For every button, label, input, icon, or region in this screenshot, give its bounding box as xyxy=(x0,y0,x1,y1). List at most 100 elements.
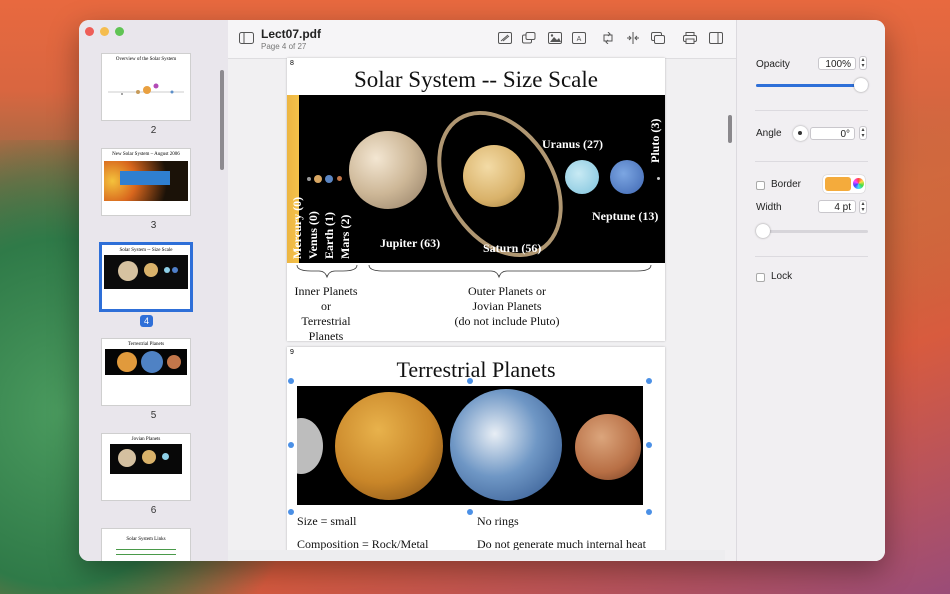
slide-text: Size = small xyxy=(297,514,357,528)
width-field[interactable]: 4 pt xyxy=(818,200,856,213)
page-thumbnail-2[interactable]: Overview of the Solar System xyxy=(102,54,190,120)
thumbnail-label: 3 xyxy=(150,220,157,231)
jupiter-label: Jupiter (63) xyxy=(380,236,441,250)
page-thumbnail-4[interactable]: Solar System -- Size Scale xyxy=(102,245,190,309)
close-window-button[interactable] xyxy=(85,27,94,36)
thumbnail-image xyxy=(105,349,187,375)
minimize-window-button[interactable] xyxy=(100,27,109,36)
border-color-well[interactable] xyxy=(823,175,865,193)
border-label: Border xyxy=(771,179,802,190)
thumbnail-callout xyxy=(120,171,170,185)
thumbnail-title: Terrestrial Planets xyxy=(127,342,165,347)
thumbnail-image xyxy=(104,255,188,289)
caption-line: Planets xyxy=(308,329,344,343)
page-thumbnail-6[interactable]: Jovian Planets xyxy=(102,434,190,500)
resize-handle-top[interactable] xyxy=(467,378,473,384)
resize-handle-bottom[interactable] xyxy=(467,509,473,515)
slide-title: Terrestrial Planets xyxy=(396,357,556,382)
document-view: Lect07.pdf Page 4 of 27 A 8 Solar System… xyxy=(228,20,736,561)
page-thumbnail-3[interactable]: New Solar System – August 2006 xyxy=(102,149,190,215)
pdf-page-8: 8 Solar System -- Size Scale Mercury (0)… xyxy=(287,58,665,344)
opacity-label: Opacity xyxy=(756,59,790,70)
angle-field[interactable]: 0° xyxy=(810,127,855,140)
uranus-label: Uranus (27) xyxy=(542,137,604,151)
neptune-label: Neptune (13) xyxy=(592,209,659,223)
opacity-slider[interactable] xyxy=(756,78,868,92)
opacity-field[interactable]: 100% xyxy=(818,57,856,70)
slide-title: Solar System -- Size Scale xyxy=(353,67,598,92)
page-number: 8 xyxy=(290,60,294,67)
thumbnail-title: Solar System Links xyxy=(126,537,166,542)
width-stepper[interactable]: ▴ ▾ xyxy=(859,200,867,214)
caption-line: (do not include Pluto) xyxy=(454,314,560,328)
thumbnail-label: 6 xyxy=(150,505,157,516)
resize-handle-bottom-left[interactable] xyxy=(288,509,294,515)
mars-label: Mars (2) xyxy=(338,214,352,259)
pluto-label: Pluto (3) xyxy=(648,118,662,163)
angle-stepper[interactable]: ▴ ▾ xyxy=(859,126,867,140)
width-slider[interactable] xyxy=(756,224,868,238)
section-divider xyxy=(755,110,868,111)
mercury-label: Mercury (0) xyxy=(290,196,304,259)
width-slider-knob[interactable] xyxy=(756,224,770,238)
caption-line: or xyxy=(321,299,331,313)
document-title: Lect07.pdf xyxy=(261,27,322,41)
sidebar-toggle-icon[interactable] xyxy=(239,32,254,44)
color-wheel-icon[interactable] xyxy=(853,178,864,189)
resize-handle-top-right[interactable] xyxy=(646,378,652,384)
inspector-toggle-icon[interactable] xyxy=(709,32,723,44)
section-divider xyxy=(755,256,868,257)
opacity-slider-knob[interactable] xyxy=(854,78,868,92)
shapes-icon[interactable] xyxy=(522,32,536,44)
thumbnail-diagram xyxy=(108,83,184,95)
caption-line: Jovian Planets xyxy=(472,299,542,313)
grouping-braces xyxy=(296,264,652,279)
thumbnail-sidebar: Overview of the Solar System 2 New Solar… xyxy=(79,20,229,561)
saturn-label: Saturn (56) xyxy=(483,241,542,255)
page-indicator: Page 4 of 27 xyxy=(261,42,307,51)
angle-dial[interactable] xyxy=(793,126,808,141)
thumbnail-title: New Solar System – August 2006 xyxy=(112,152,180,157)
toolbar: Lect07.pdf Page 4 of 27 A xyxy=(228,20,736,59)
split-icon[interactable] xyxy=(626,32,640,44)
outer-planets-caption: Outer Planets or Jovian Planets (do not … xyxy=(427,284,587,329)
resize-handle-right[interactable] xyxy=(646,442,652,448)
resize-handle-left[interactable] xyxy=(288,442,294,448)
caption-line: Terrestrial xyxy=(301,314,351,328)
document-scrollbar[interactable] xyxy=(728,115,732,143)
thumbnail-label: 2 xyxy=(150,125,157,136)
sidebar-scrollbar[interactable] xyxy=(220,70,224,170)
photos-icon[interactable] xyxy=(651,32,665,44)
planets-size-image: Mercury (0) Venus (0) Earth (1) Mars (2)… xyxy=(287,95,665,263)
border-checkbox[interactable] xyxy=(756,181,765,190)
inspector-panel: Opacity 100% ▴ ▾ Angle 0° ▴ ▾ Border Width… xyxy=(736,20,885,561)
lock-checkbox[interactable] xyxy=(756,273,765,282)
redact-icon[interactable] xyxy=(498,32,512,44)
thumbnail-title: Jovian Planets xyxy=(131,437,161,442)
page-thumbnail-7[interactable]: Solar System Links xyxy=(102,529,190,561)
thumbnail-image xyxy=(110,444,182,474)
print-icon[interactable] xyxy=(683,32,697,44)
thumbnail-title: Solar System -- Size Scale xyxy=(119,248,173,253)
image-icon[interactable] xyxy=(548,32,562,44)
zoom-window-button[interactable] xyxy=(115,27,124,36)
thumbnail-label-selected: 4 xyxy=(140,315,153,327)
venus-label: Venus (0) xyxy=(306,211,320,259)
slide-text: No rings xyxy=(477,514,519,528)
page-thumbnail-5[interactable]: Terrestrial Planets xyxy=(102,339,190,405)
width-label: Width xyxy=(756,202,782,213)
horizontal-scrollbar-track xyxy=(228,550,725,560)
text-box-icon[interactable]: A xyxy=(572,32,586,44)
inner-planets-caption: Inner Planets or Terrestrial Planets xyxy=(287,284,365,344)
terrestrial-planets-image[interactable] xyxy=(297,386,643,505)
app-window: Overview of the Solar System 2 New Solar… xyxy=(79,20,885,561)
caption-line: Inner Planets xyxy=(294,284,358,298)
border-color-swatch xyxy=(825,177,851,191)
opacity-stepper[interactable]: ▴ ▾ xyxy=(859,56,867,70)
caption-line: Outer Planets or xyxy=(468,284,546,298)
earth-label: Earth (1) xyxy=(322,212,336,259)
resize-handle-top-left[interactable] xyxy=(288,378,294,384)
rotate-icon[interactable] xyxy=(601,32,615,44)
lock-label: Lock xyxy=(771,271,793,282)
resize-handle-bottom-right[interactable] xyxy=(646,509,652,515)
